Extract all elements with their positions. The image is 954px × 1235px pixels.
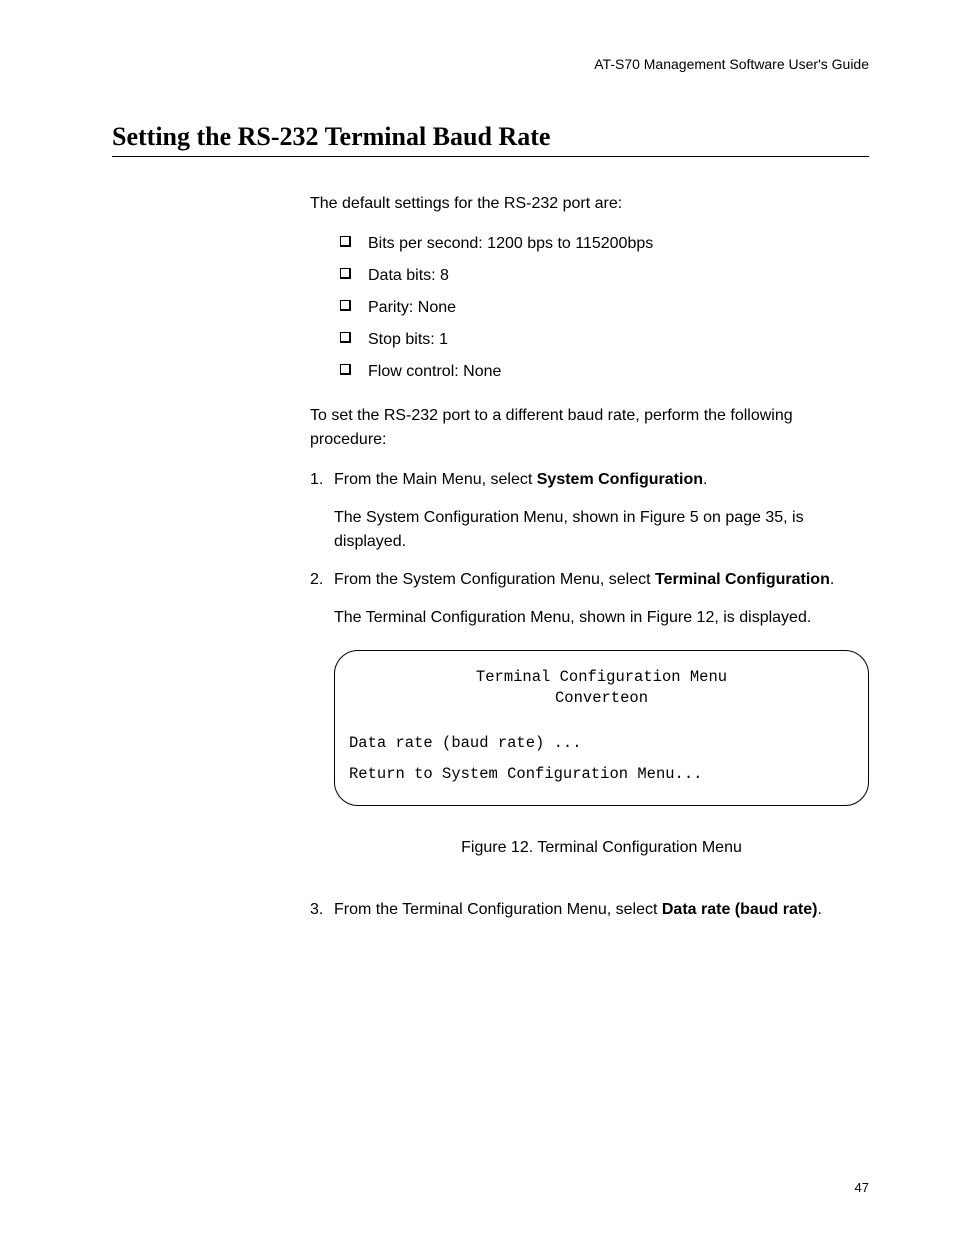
list-item: Parity: None xyxy=(340,296,869,320)
step-number: 3. xyxy=(310,898,334,922)
step-number: 2. xyxy=(310,568,334,884)
default-settings-list: Bits per second: 1200 bps to 115200bps D… xyxy=(340,232,869,384)
step-text: From the System Configuration Menu, sele… xyxy=(334,568,869,592)
list-item-text: Data bits: 8 xyxy=(368,267,449,284)
step-follow: The System Configuration Menu, shown in … xyxy=(334,506,869,554)
procedure-step: 2. From the System Configuration Menu, s… xyxy=(310,568,869,884)
title-rule xyxy=(112,156,869,157)
procedure-list: 1. From the Main Menu, select System Con… xyxy=(310,468,869,922)
procedure-step: 3. From the Terminal Configuration Menu,… xyxy=(310,898,869,922)
page-header: AT-S70 Management Software User's Guide xyxy=(112,56,869,72)
content-area: The default settings for the RS-232 port… xyxy=(310,192,869,922)
list-item: Stop bits: 1 xyxy=(340,328,869,352)
menu-title: Terminal Configuration Menu xyxy=(349,667,854,688)
menu-subtitle: Converteon xyxy=(349,688,854,709)
bullet-icon xyxy=(340,364,350,374)
menu-line: Data rate (baud rate) ... xyxy=(349,733,854,754)
list-item-text: Parity: None xyxy=(368,299,456,316)
step-body: From the System Configuration Menu, sele… xyxy=(334,568,869,884)
intro-paragraph: The default settings for the RS-232 port… xyxy=(310,192,869,216)
bullet-icon xyxy=(340,268,350,278)
step-text: From the Main Menu, select System Config… xyxy=(334,468,869,492)
step-text: From the Terminal Configuration Menu, se… xyxy=(334,898,869,922)
bullet-icon xyxy=(340,236,350,246)
list-item: Flow control: None xyxy=(340,360,869,384)
pre-list-paragraph: To set the RS-232 port to a different ba… xyxy=(310,404,869,452)
menu-line: Return to System Configuration Menu... xyxy=(349,764,854,785)
list-item: Bits per second: 1200 bps to 115200bps xyxy=(340,232,869,256)
page-number: 47 xyxy=(855,1180,869,1195)
bullet-icon xyxy=(340,300,350,310)
list-item-text: Stop bits: 1 xyxy=(368,331,448,348)
list-item-text: Flow control: None xyxy=(368,363,501,380)
step-follow: The Terminal Configuration Menu, shown i… xyxy=(334,606,869,630)
step-body: From the Terminal Configuration Menu, se… xyxy=(334,898,869,922)
list-item-text: Bits per second: 1200 bps to 115200bps xyxy=(368,235,653,252)
bullet-icon xyxy=(340,332,350,342)
step-body: From the Main Menu, select System Config… xyxy=(334,468,869,554)
section-title: Setting the RS-232 Terminal Baud Rate xyxy=(112,122,869,152)
step-number: 1. xyxy=(310,468,334,554)
figure-wrap: Terminal Configuration Menu Converteon D… xyxy=(334,650,869,860)
terminal-menu-box: Terminal Configuration Menu Converteon D… xyxy=(334,650,869,806)
procedure-step: 1. From the Main Menu, select System Con… xyxy=(310,468,869,554)
menu-body: Data rate (baud rate) ... Return to Syst… xyxy=(349,733,854,785)
list-item: Data bits: 8 xyxy=(340,264,869,288)
figure-caption: Figure 12. Terminal Configuration Menu xyxy=(334,836,869,860)
